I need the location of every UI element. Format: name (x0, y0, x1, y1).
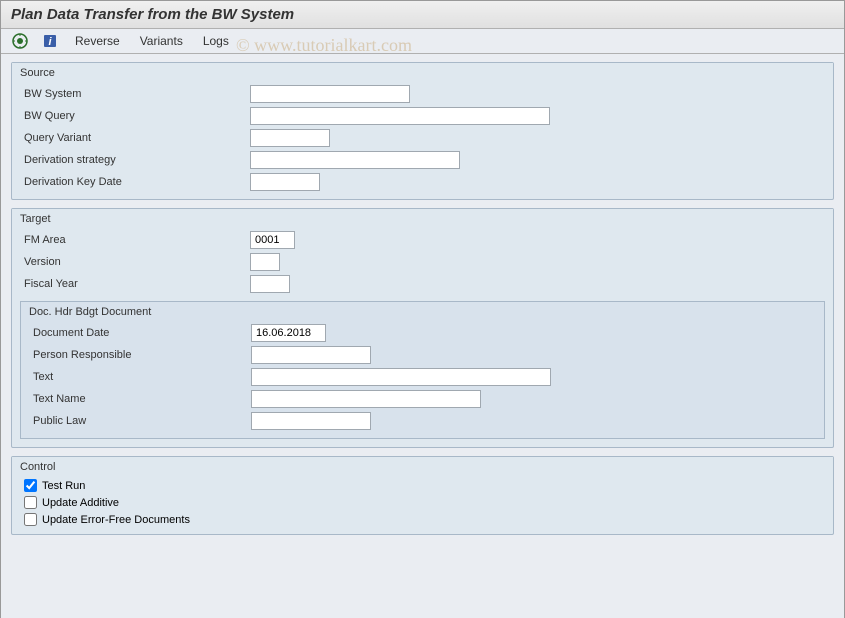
toolbar-logs[interactable]: Logs (199, 32, 233, 50)
bw-system-input[interactable] (250, 85, 410, 103)
version-label: Version (20, 256, 250, 268)
text-label: Text (29, 371, 251, 383)
info-icon[interactable]: i (41, 32, 59, 50)
toolbar-variants[interactable]: Variants (136, 32, 187, 50)
doc-hdr-legend: Doc. Hdr Bdgt Document (21, 302, 824, 322)
derivation-strategy-label: Derivation strategy (20, 154, 250, 166)
target-legend: Target (12, 209, 833, 229)
version-input[interactable] (250, 253, 280, 271)
query-variant-input[interactable] (250, 129, 330, 147)
text-name-input[interactable] (251, 390, 481, 408)
bw-query-input[interactable] (250, 107, 550, 125)
source-group: Source BW System BW Query Query Variant … (11, 62, 834, 200)
document-date-input[interactable] (251, 324, 326, 342)
bw-system-label: BW System (20, 88, 250, 100)
public-law-input[interactable] (251, 412, 371, 430)
fiscal-year-label: Fiscal Year (20, 278, 250, 290)
public-law-label: Public Law (29, 415, 251, 427)
text-name-label: Text Name (29, 393, 251, 405)
toolbar: i Reverse Variants Logs (1, 29, 844, 54)
test-run-checkbox[interactable] (24, 479, 37, 492)
page-title: Plan Data Transfer from the BW System (11, 6, 834, 23)
update-additive-label: Update Additive (42, 497, 119, 509)
target-group: Target FM Area Version Fiscal Year Doc. … (11, 208, 834, 448)
update-additive-checkbox[interactable] (24, 496, 37, 509)
update-error-free-checkbox[interactable] (24, 513, 37, 526)
fm-area-label: FM Area (20, 234, 250, 246)
derivation-key-date-input[interactable] (250, 173, 320, 191)
doc-hdr-group: Doc. Hdr Bdgt Document Document Date Per… (20, 301, 825, 439)
query-variant-label: Query Variant (20, 132, 250, 144)
text-input[interactable] (251, 368, 551, 386)
document-date-label: Document Date (29, 327, 251, 339)
test-run-label: Test Run (42, 480, 85, 492)
fm-area-input[interactable] (250, 231, 295, 249)
main-content: Source BW System BW Query Query Variant … (1, 54, 844, 618)
bw-query-label: BW Query (20, 110, 250, 122)
toolbar-reverse[interactable]: Reverse (71, 32, 124, 50)
derivation-strategy-input[interactable] (250, 151, 460, 169)
person-responsible-input[interactable] (251, 346, 371, 364)
source-legend: Source (12, 63, 833, 83)
update-error-free-label: Update Error-Free Documents (42, 514, 190, 526)
derivation-key-date-label: Derivation Key Date (20, 176, 250, 188)
fiscal-year-input[interactable] (250, 275, 290, 293)
execute-icon[interactable] (11, 32, 29, 50)
title-bar: Plan Data Transfer from the BW System (1, 1, 844, 29)
control-legend: Control (12, 457, 833, 477)
control-group: Control Test Run Update Additive Update … (11, 456, 834, 535)
person-responsible-label: Person Responsible (29, 349, 251, 361)
